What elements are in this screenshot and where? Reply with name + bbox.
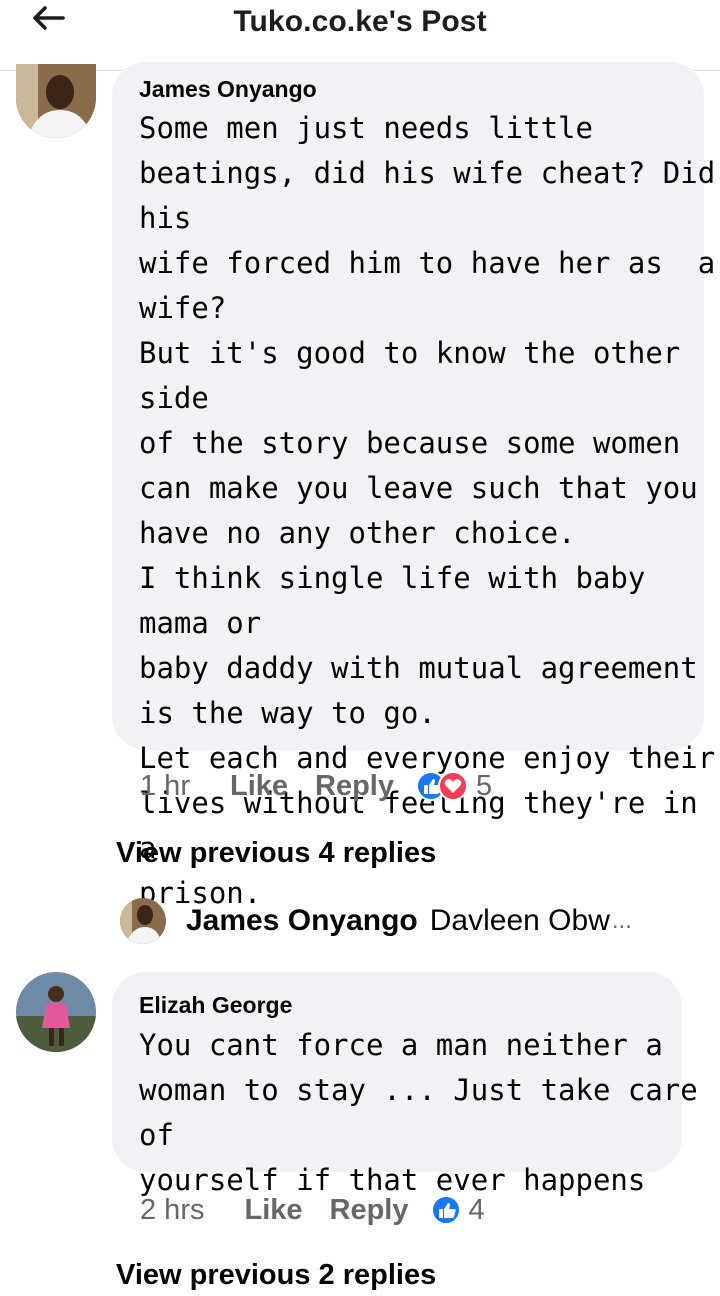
avatar-photo <box>16 64 96 138</box>
reply-ellipsis: ... <box>611 907 632 934</box>
reply-author: James Onyango <box>186 904 418 937</box>
page-title: Tuko.co.ke's Post <box>233 5 487 38</box>
love-reaction-icon <box>438 771 468 801</box>
top-bar: Tuko.co.ke's Post <box>0 0 720 71</box>
comment-actions: 1 hr Like Reply 5 <box>140 766 492 806</box>
avatar[interactable] <box>16 64 96 138</box>
reply-button[interactable]: Reply <box>330 1194 409 1227</box>
reaction-count: 5 <box>476 769 493 802</box>
like-reaction-icon <box>430 1195 461 1225</box>
avatar <box>120 898 166 944</box>
comment-time: 2 hrs <box>140 1193 205 1226</box>
like-button[interactable]: Like <box>230 770 288 803</box>
reactions[interactable] <box>416 771 468 801</box>
reply-snippet: Davleen Obw <box>429 904 610 937</box>
like-button[interactable]: Like <box>244 1194 302 1227</box>
comment-author[interactable]: Elizah George <box>139 992 292 1019</box>
view-previous-replies[interactable]: View previous 2 replies <box>116 1259 436 1292</box>
avatar[interactable] <box>16 972 96 1052</box>
comment-text: You cant force a man neither a woman to … <box>139 1028 698 1197</box>
reply-preview[interactable]: James Onyango Davleen Obw ... <box>120 898 632 944</box>
view-previous-replies[interactable]: View previous 4 replies <box>116 837 436 870</box>
avatar-photo <box>16 972 96 1052</box>
comment-actions: 2 hrs Like Reply 4 <box>140 1190 485 1230</box>
reactions[interactable] <box>430 1195 461 1225</box>
reply-button[interactable]: Reply <box>315 770 394 803</box>
comment-author[interactable]: James Onyango <box>139 76 317 103</box>
reaction-count: 4 <box>468 1193 485 1226</box>
comment-time: 1 hr <box>140 769 190 802</box>
